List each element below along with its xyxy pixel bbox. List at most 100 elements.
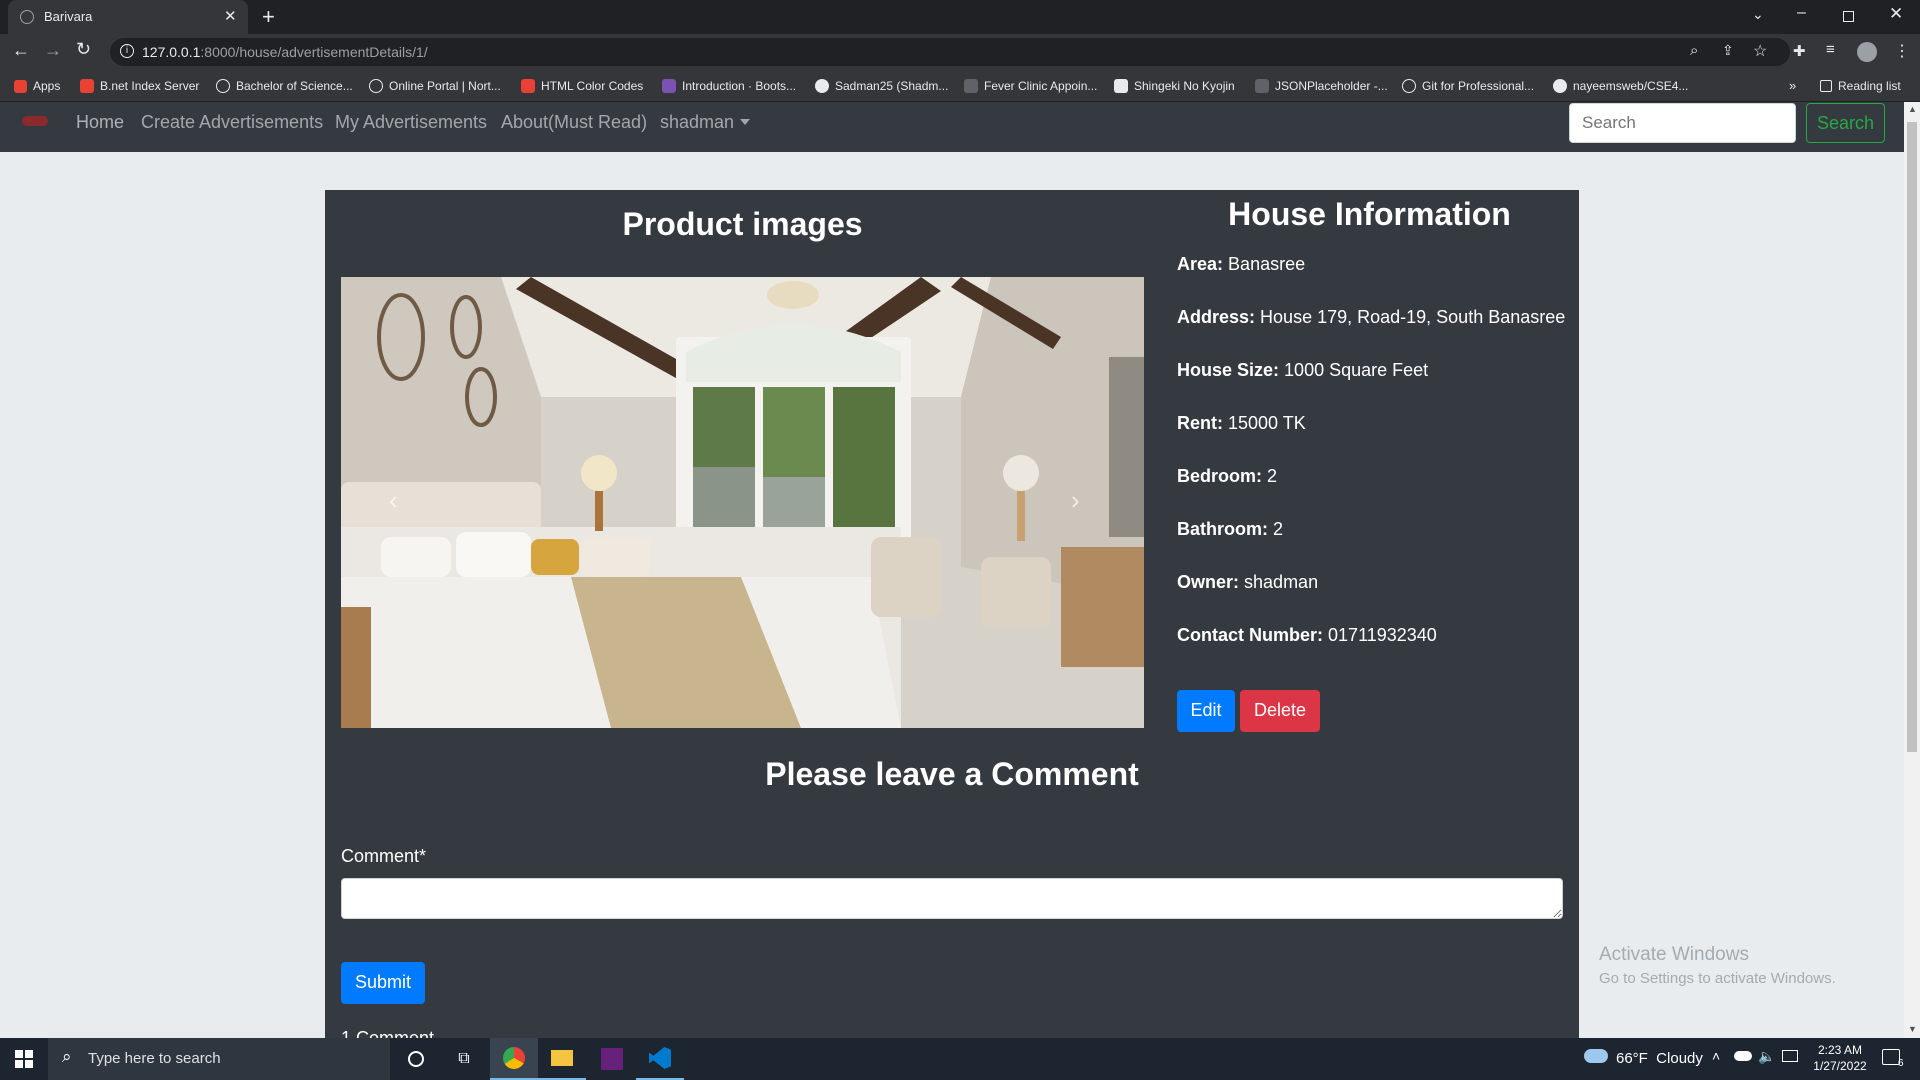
clock-date: 1/27/2022	[1813, 1059, 1867, 1073]
weather-text[interactable]: 66°F Cloudy	[1616, 1050, 1703, 1067]
weather-cloud-icon[interactable]	[1584, 1049, 1608, 1063]
images-title: Product images	[622, 206, 863, 242]
nav-my-advertisements[interactable]: My Advertisements	[335, 102, 487, 142]
bookmark-label: nayeemsweb/CSE4...	[1573, 79, 1689, 93]
taskbar-search-box[interactable]: ⌕ Type here to search	[48, 1038, 390, 1080]
bookmark-item[interactable]: Introduction · Boots...	[662, 70, 796, 102]
reading-list-label: Reading list	[1838, 79, 1901, 93]
bookmark-item[interactable]: Online Portal | Nort...	[369, 70, 501, 102]
watermark-title: Activate Windows	[1599, 944, 1749, 965]
reading-list-icon	[1820, 80, 1832, 92]
watermark-subtitle: Go to Settings to activate Windows.	[1599, 970, 1836, 987]
onedrive-icon[interactable]	[1734, 1051, 1752, 1061]
info-value: 01711932340	[1328, 625, 1437, 645]
bookmark-label: HTML Color Codes	[541, 79, 644, 93]
media-control-icon[interactable]: ≡	[1826, 41, 1835, 58]
cortana-circle	[408, 1051, 424, 1067]
house-detail-card: Product images House Information ‹ › Are…	[325, 190, 1579, 1038]
info-value: 15000 TK	[1228, 413, 1306, 433]
bookmark-item[interactable]: Fever Clinic Appoin...	[964, 70, 1097, 102]
cortana-icon[interactable]	[392, 1038, 440, 1080]
tab-search-icon[interactable]: ⌄	[1752, 6, 1764, 23]
scroll-down-icon[interactable]: ▼	[1908, 1024, 1917, 1034]
back-icon[interactable]: ←	[12, 40, 30, 61]
reading-list[interactable]: Reading list	[1820, 70, 1901, 102]
bookmark-item[interactable]: Bachelor of Science...	[216, 70, 353, 102]
nav-create-advertisements[interactable]: Create Advertisements	[141, 102, 323, 142]
profile-avatar[interactable]	[1857, 42, 1877, 62]
comment-section-title: Please leave a Comment	[765, 756, 1139, 792]
carousel-next-icon[interactable]: ›	[1071, 485, 1080, 516]
url-path: :8000/house/advertisementDetails/1/	[200, 44, 428, 60]
address-bar[interactable]: i 127.0.0.1:8000/house/advertisementDeta…	[110, 38, 1790, 66]
bookmark-label: Apps	[33, 79, 61, 93]
product-image-carousel[interactable]: ‹ ›	[341, 277, 1144, 728]
brand-logo[interactable]	[22, 116, 48, 126]
delete-button[interactable]: Delete	[1240, 690, 1320, 732]
bookmark-label: B.net Index Server	[100, 79, 200, 93]
bookmark-item[interactable]: nayeemsweb/CSE4...	[1553, 70, 1688, 102]
bookmark-item[interactable]: Sadman25 (Shadm...	[815, 70, 948, 102]
windows-taskbar: ⌕ Type here to search ⧉ 66°F Cloudy ˄ 🔈 …	[0, 1038, 1920, 1080]
info-value: 2	[1267, 466, 1278, 486]
vs-logo	[601, 1048, 623, 1070]
new-tab-icon[interactable]: +	[262, 4, 275, 30]
search-button[interactable]: Search	[1806, 103, 1885, 143]
browser-tab[interactable]: Barivara ✕	[8, 0, 248, 34]
scroll-up-icon[interactable]: ▲	[1908, 104, 1917, 114]
menu-icon[interactable]: ⋮	[1894, 41, 1910, 61]
bookmark-star-icon[interactable]: ☆	[1753, 41, 1767, 61]
info-value: 1000 Square Feet	[1284, 360, 1429, 380]
task-view-icon[interactable]: ⧉	[440, 1038, 488, 1080]
bookmark-item[interactable]: B.net Index Server	[80, 70, 199, 102]
activate-windows-watermark: Activate Windows Go to Settings to activ…	[1599, 944, 1836, 987]
visual-studio-icon[interactable]	[588, 1038, 636, 1080]
info-label: Area:	[1177, 254, 1224, 274]
restore-icon[interactable]	[1843, 11, 1854, 22]
carousel-prev-icon[interactable]: ‹	[389, 485, 398, 516]
more-bookmarks-icon[interactable]: »	[1789, 78, 1796, 93]
show-hidden-icons[interactable]: ˄	[1712, 1048, 1720, 1064]
volume-icon[interactable]: 🔈	[1758, 1048, 1775, 1065]
bookmark-item[interactable]: Git for Professional...	[1402, 70, 1534, 102]
windows-start-icon[interactable]	[0, 1038, 48, 1080]
extensions-icon[interactable]: ✚	[1793, 42, 1806, 60]
close-window-icon[interactable]: ✕	[1889, 4, 1903, 24]
nav-user-dropdown[interactable]: shadman	[660, 102, 734, 142]
github-icon	[815, 79, 829, 93]
page-viewport: Home Create Advertisements My Advertisem…	[0, 102, 1904, 1038]
info-title: House Information	[1228, 196, 1511, 232]
info-address: Address: House 179, Road-19, South Banas…	[1177, 307, 1565, 328]
nav-about[interactable]: About(Must Read)	[501, 102, 647, 142]
minimize-icon[interactable]: –	[1797, 4, 1806, 22]
submit-button[interactable]: Submit	[341, 962, 425, 1004]
reload-icon[interactable]: ↻	[76, 39, 91, 60]
info-icon[interactable]: i	[120, 44, 134, 58]
bookmark-item[interactable]: Shingeki No Kyojin	[1114, 70, 1235, 102]
info-label: House Size:	[1177, 360, 1280, 380]
page-scrollbar[interactable]: ▲ ▼	[1904, 102, 1920, 1038]
chrome-taskbar-icon[interactable]	[490, 1038, 538, 1080]
network-icon[interactable]	[1782, 1050, 1798, 1062]
edit-button-label: Edit	[1190, 700, 1222, 720]
bookmark-label: Introduction · Boots...	[682, 79, 797, 93]
bookmark-item[interactable]: HTML Color Codes	[521, 70, 643, 102]
share-icon[interactable]: ⇪	[1722, 42, 1734, 59]
scrollbar-thumb[interactable]	[1907, 122, 1917, 752]
bookmark-label: Git for Professional...	[1422, 79, 1535, 93]
close-tab-icon[interactable]: ✕	[224, 7, 237, 25]
forward-icon[interactable]: →	[44, 40, 62, 61]
chrome-logo	[503, 1047, 525, 1069]
search-icon: ⌕	[62, 1047, 72, 1066]
vscode-icon[interactable]	[636, 1038, 684, 1080]
search-input[interactable]	[1569, 103, 1796, 143]
comment-textarea[interactable]	[341, 878, 1563, 919]
bookmark-item[interactable]: JSONPlaceholder -...	[1255, 70, 1388, 102]
clock[interactable]: 2:23 AM 1/27/2022	[1808, 1042, 1872, 1074]
zoom-icon[interactable]: ⌕	[1690, 42, 1698, 59]
nav-home[interactable]: Home	[76, 102, 124, 142]
folder-glyph	[551, 1050, 573, 1066]
bookmark-item[interactable]: Apps	[14, 70, 60, 102]
file-explorer-icon[interactable]	[538, 1038, 586, 1080]
edit-button[interactable]: Edit	[1177, 690, 1235, 732]
